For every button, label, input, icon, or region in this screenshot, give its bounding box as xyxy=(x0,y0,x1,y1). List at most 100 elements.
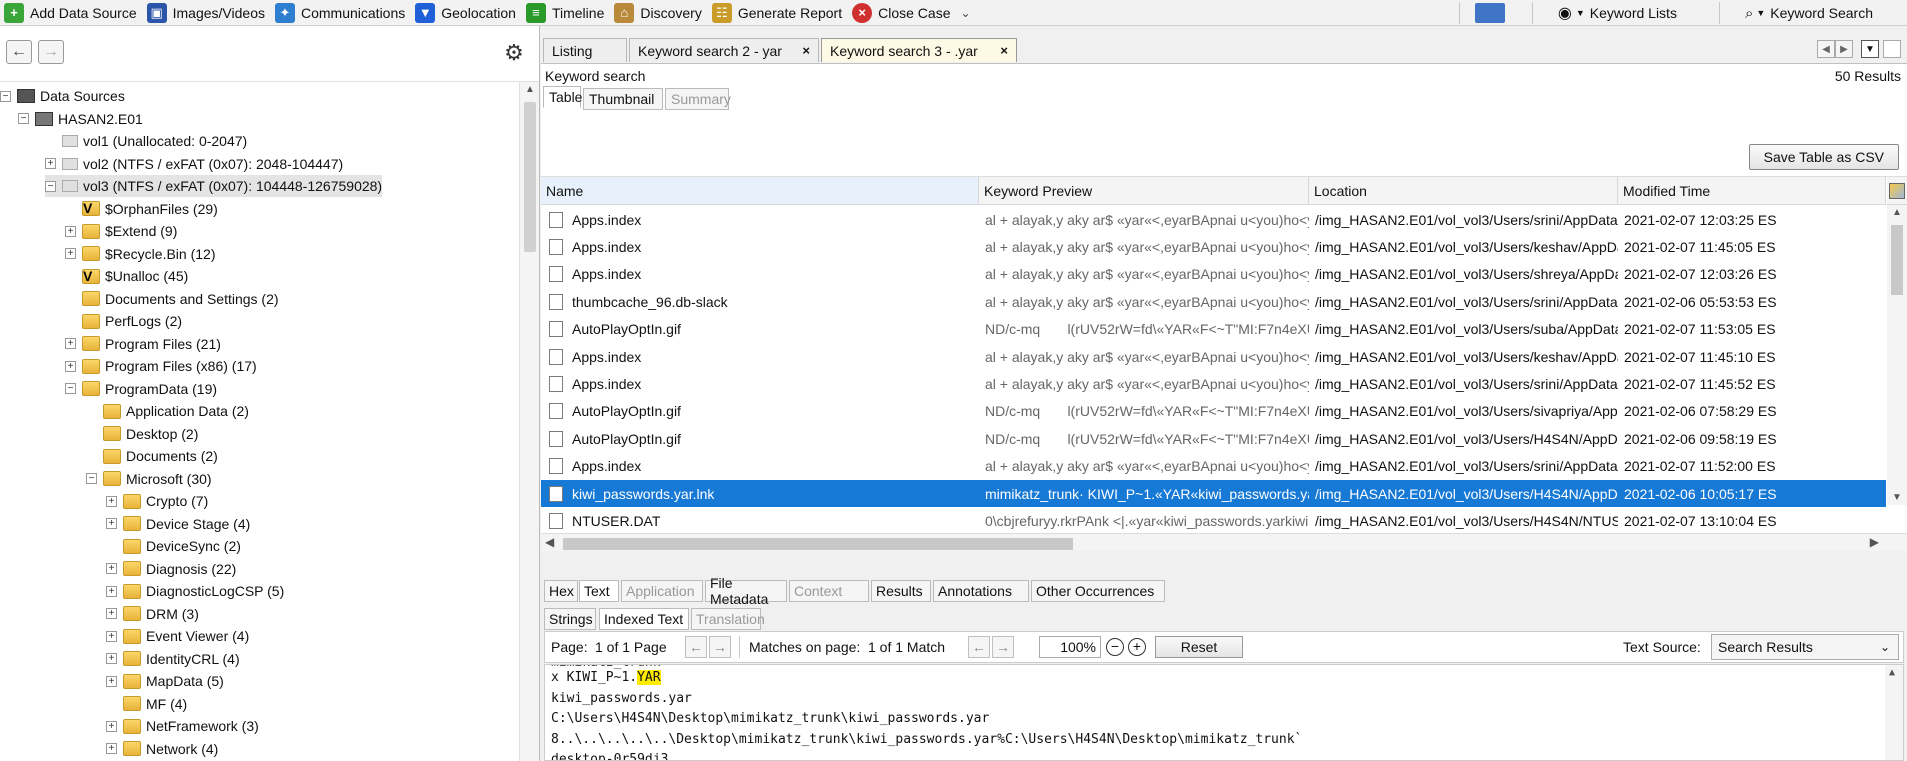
tree-node[interactable]: + DRM (3) xyxy=(106,603,199,625)
tree-node[interactable]: − vol3 (NTFS / exFAT (0x07): 104448-12675… xyxy=(45,175,383,197)
tree-node[interactable]: + Device Stage (4) xyxy=(106,513,250,535)
expand-icon[interactable]: + xyxy=(106,743,117,754)
tree-node[interactable]: DeviceSync (2) xyxy=(106,535,241,557)
close-case-button[interactable]: × Close Case xyxy=(848,1,956,25)
tree-node[interactable]: Documents and Settings (2) xyxy=(65,288,279,310)
images-videos-button[interactable]: ▣ Images/Videos xyxy=(143,1,271,25)
column-header-location[interactable]: Location xyxy=(1309,177,1618,205)
text-vscrollbar[interactable]: ▲ xyxy=(1885,665,1903,760)
tree-node[interactable]: MF (4) xyxy=(106,693,187,715)
table-row[interactable]: Apps.index al + alayak,y aky ar$ «yar«<,e… xyxy=(541,233,1886,260)
tree-node[interactable]: + $Extend (9) xyxy=(65,220,177,242)
scroll-down-icon[interactable]: ▼ xyxy=(1892,492,1902,503)
collapse-icon[interactable]: − xyxy=(65,383,76,394)
save-table-csv-button[interactable]: Save Table as CSV xyxy=(1748,144,1899,170)
tab-list-dropdown-icon[interactable]: ▼ xyxy=(1861,40,1879,58)
timeline-button[interactable]: ≡ Timeline xyxy=(522,1,610,25)
scroll-up-icon[interactable]: ▲ xyxy=(1889,667,1895,678)
tree-node[interactable]: + NetFramework (3) xyxy=(106,715,259,737)
table-row[interactable]: Apps.index al + alayak,y aky ar$ «yar«<,e… xyxy=(541,206,1886,233)
expand-icon[interactable]: + xyxy=(45,158,56,169)
view-tab-summary[interactable]: Summary xyxy=(665,88,731,110)
tree-node[interactable]: + DiagnosticLogCSP (5) xyxy=(106,580,284,602)
table-row[interactable]: AutoPlayOptIn.gif ND/c-mq l(rUV52rW=fd\«Y… xyxy=(541,398,1886,425)
tab-1[interactable]: Listing xyxy=(543,38,627,62)
next-page-icon[interactable]: → xyxy=(709,636,731,658)
content-tab-file-metadata[interactable]: File Metadata xyxy=(705,575,787,607)
tree-node[interactable]: V $OrphanFiles (29) xyxy=(65,198,218,220)
view-tab-table[interactable]: Table xyxy=(543,86,582,108)
tab-scroll-right-icon[interactable]: ▶ xyxy=(1835,40,1853,58)
tree-scroll-thumb[interactable] xyxy=(524,102,536,252)
table-vscroll-thumb[interactable] xyxy=(1891,225,1903,295)
collapse-icon[interactable]: − xyxy=(86,473,97,484)
zoom-field[interactable]: 100% xyxy=(1039,636,1101,658)
content-tab-annotations[interactable]: Annotations xyxy=(933,580,1029,602)
collapse-icon[interactable]: − xyxy=(0,90,11,102)
tree-node[interactable]: − ProgramData (19) xyxy=(65,378,217,400)
tree-node[interactable]: + Crypto (7) xyxy=(106,490,208,512)
tree-node[interactable]: + Program Files (21) xyxy=(65,333,221,355)
tree-node[interactable]: + Program Files (x86) (17) xyxy=(65,355,257,377)
tab-3[interactable]: Keyword search 3 - .yar × xyxy=(821,38,1017,62)
table-hscrollbar[interactable]: ◀ ▶ xyxy=(541,533,1907,553)
tree-node[interactable]: Desktop (2) xyxy=(86,423,198,445)
expand-icon[interactable]: + xyxy=(65,225,76,237)
expand-icon[interactable]: + xyxy=(65,338,76,349)
text-source-select[interactable]: Search Results ⌄ xyxy=(1711,634,1899,660)
toolbar-overflow-chevron-icon[interactable]: ⌄ xyxy=(961,6,971,20)
scroll-up-icon[interactable]: ▲ xyxy=(525,84,535,95)
mail-icon[interactable] xyxy=(1474,3,1505,23)
close-tab-icon[interactable]: × xyxy=(1000,43,1008,58)
content-tab-application[interactable]: Application xyxy=(621,580,703,602)
table-row[interactable]: Apps.index al + alayak,y aky ar$ «yar«<,e… xyxy=(541,343,1886,370)
column-header-keyword-preview[interactable]: Keyword Preview xyxy=(979,177,1309,205)
table-row[interactable]: Apps.index al + alayak,y aky ar$ «yar«<,e… xyxy=(541,261,1886,288)
expand-icon[interactable]: + xyxy=(106,495,117,507)
next-match-icon[interactable]: → xyxy=(992,636,1014,658)
prev-page-icon[interactable]: ← xyxy=(685,636,707,658)
table-row[interactable]: kiwi_passwords.yar.lnk mimikatz_trunk· KI… xyxy=(541,480,1886,507)
expand-icon[interactable]: + xyxy=(106,518,117,529)
maximize-icon[interactable] xyxy=(1883,40,1901,58)
expand-icon[interactable]: + xyxy=(106,653,117,664)
table-vscrollbar[interactable]: ▲ ▼ xyxy=(1887,205,1907,505)
gear-icon[interactable]: ⚙ xyxy=(501,40,527,66)
expand-icon[interactable]: + xyxy=(65,248,76,259)
content-tab-text[interactable]: Text xyxy=(579,580,619,602)
expand-icon[interactable]: + xyxy=(106,585,117,597)
add-data-source-button[interactable]: + Add Data Source xyxy=(0,1,143,25)
tree-node[interactable]: − HASAN2.E01 xyxy=(18,108,143,130)
scroll-left-icon[interactable]: ◀ xyxy=(545,535,554,549)
table-row[interactable]: AutoPlayOptIn.gif ND/c-mq l(rUV52rW=fd\«Y… xyxy=(541,425,1886,452)
expand-icon[interactable]: + xyxy=(106,563,117,574)
tree-node[interactable]: − Data Sources xyxy=(0,85,125,107)
content-tab-context[interactable]: Context xyxy=(789,580,869,602)
content-tab-other-occurrences[interactable]: Other Occurrences xyxy=(1031,580,1165,602)
scroll-right-icon[interactable]: ▶ xyxy=(1870,535,1879,549)
tree-node[interactable]: + Diagnosis (22) xyxy=(106,558,236,580)
indexed-text-view[interactable]: mimikatz_trunk x KIWI_P~1.YARkiwi_passwo… xyxy=(544,664,1904,761)
text-tab-translation[interactable]: Translation xyxy=(691,608,765,630)
tree-node[interactable]: vol1 (Unallocated: 0-2047) xyxy=(45,130,247,152)
tree-node[interactable]: Documents (2) xyxy=(86,445,218,467)
tree-node[interactable]: PerfLogs (2) xyxy=(65,310,182,332)
reset-zoom-button[interactable]: Reset xyxy=(1155,636,1243,658)
collapse-icon[interactable]: − xyxy=(18,113,29,124)
view-tab-thumbnail[interactable]: Thumbnail xyxy=(583,88,663,110)
tree-node[interactable]: + MapData (5) xyxy=(106,670,224,692)
tree-node[interactable]: + $Recycle.Bin (12) xyxy=(65,243,216,265)
tab-scroll-left-icon[interactable]: ◀ xyxy=(1817,40,1835,58)
table-hscroll-thumb[interactable] xyxy=(563,538,1073,550)
text-tab-indexed-text[interactable]: Indexed Text xyxy=(599,608,689,630)
back-arrow-icon[interactable]: ← xyxy=(6,40,32,64)
table-row[interactable]: thumbcache_96.db-slack al + alayak,y aky … xyxy=(541,288,1886,315)
expand-icon[interactable]: + xyxy=(106,720,117,732)
expand-icon[interactable]: + xyxy=(106,630,117,642)
tree-node[interactable]: − Microsoft (30) xyxy=(86,468,212,490)
scroll-up-icon[interactable]: ▲ xyxy=(1892,207,1902,218)
zoom-out-icon[interactable]: − xyxy=(1106,638,1124,656)
communications-button[interactable]: ✦ Communications xyxy=(271,1,411,25)
prev-match-icon[interactable]: ← xyxy=(968,636,990,658)
content-tab-results[interactable]: Results xyxy=(871,580,931,602)
